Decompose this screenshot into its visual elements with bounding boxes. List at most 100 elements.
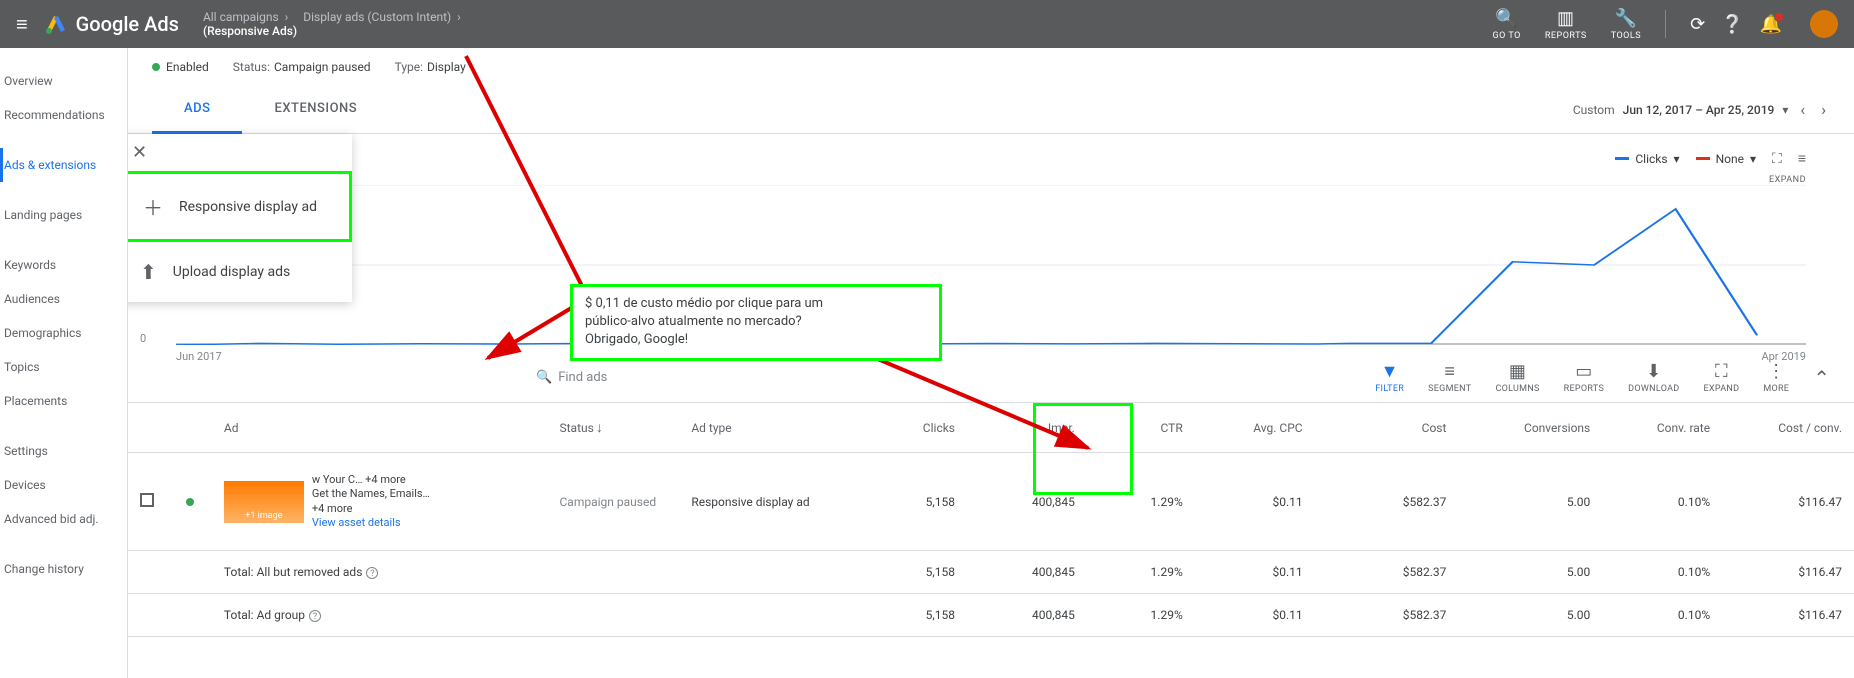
avatar[interactable] — [1810, 10, 1838, 38]
date-next-icon[interactable]: › — [1817, 96, 1830, 123]
sort-down-icon: ↓ — [596, 420, 603, 436]
reports-button[interactable]: ▭REPORTS — [1564, 361, 1604, 394]
status-label: Status: — [233, 60, 270, 74]
sidebar-item-landing-pages[interactable]: Landing pages — [0, 198, 127, 232]
col-ctr[interactable]: CTR — [1087, 403, 1195, 453]
col-ad[interactable]: Ad — [212, 403, 548, 453]
col-cost[interactable]: Cost — [1315, 403, 1459, 453]
sidebar-item-audiences[interactable]: Audiences — [0, 282, 127, 316]
sidebar-item-overview[interactable]: Overview — [0, 64, 127, 98]
table-row[interactable]: +1 image w Your C… +4 more Get the Names… — [128, 453, 1854, 551]
refresh-icon[interactable]: ⟳ — [1690, 14, 1705, 35]
type-label: Type: — [395, 60, 423, 74]
breadcrumb-campaign[interactable]: Display ads (Custom Intent) › — [303, 10, 461, 24]
metric-clicks[interactable]: Clicks▾ — [1615, 152, 1679, 166]
tabs: ADS EXTENSIONS Custom Jun 12, 2017 – Apr… — [128, 86, 1854, 134]
goto-button[interactable]: 🔍GO TO — [1493, 8, 1521, 41]
notifications-icon[interactable]: 🔔 — [1760, 14, 1782, 35]
product-name: Google Ads — [76, 12, 179, 36]
breadcrumb-adgroup[interactable]: (Responsive Ads) — [203, 24, 297, 38]
close-icon[interactable]: ✕ — [128, 134, 352, 171]
top-tools: 🔍GO TO ▥REPORTS 🔧TOOLS ⟳ ❔ 🔔 — [1493, 8, 1838, 41]
daterange[interactable]: Custom Jun 12, 2017 – Apr 25, 2019 ▾ ‹ › — [1573, 96, 1830, 123]
sidebar-item-advanced-bid[interactable]: Advanced bid adj. — [0, 502, 127, 536]
table-header-row: Ad Status↓ Ad type Clicks Impr. CTR Avg.… — [128, 403, 1854, 453]
sidebar-item-devices[interactable]: Devices — [0, 468, 127, 502]
responsive-display-ad-option[interactable]: ＋ Responsive display ad — [128, 171, 352, 242]
sidebar-item-settings[interactable]: Settings — [0, 434, 127, 468]
status-enabled[interactable]: Enabled — [152, 60, 209, 74]
reports-icon: ▥ — [1557, 8, 1575, 29]
upload-icon: ⬆ — [140, 260, 157, 284]
help-icon[interactable]: ❔ — [1721, 14, 1743, 35]
col-impr[interactable]: Impr. — [967, 403, 1087, 453]
row-cost: $582.37 — [1315, 453, 1459, 551]
row-avgcpc: $0.11 — [1195, 453, 1315, 551]
swatch-blue-icon — [1615, 157, 1629, 160]
upload-display-ads-option[interactable]: ⬆ Upload display ads — [128, 242, 352, 302]
col-status[interactable]: Status↓ — [548, 403, 680, 453]
breadcrumb-all-campaigns[interactable]: All campaigns › — [203, 10, 288, 24]
segment-icon: ≡ — [1444, 361, 1455, 382]
row-status: Campaign paused — [548, 453, 680, 551]
row-convrate: 0.10% — [1602, 453, 1722, 551]
metric-none[interactable]: None▾ — [1696, 152, 1756, 166]
row-impr: 400,845 — [967, 453, 1087, 551]
logo[interactable]: Google Ads — [44, 12, 179, 36]
google-ads-icon — [44, 12, 68, 36]
more-button[interactable]: ⋮MORE — [1763, 361, 1789, 394]
filter-button[interactable]: ▼FILTER — [1375, 361, 1404, 394]
table-toolbar: 🔍Find ads ▼FILTER ≡SEGMENT ▦COLUMNS ▭REP… — [128, 353, 1854, 403]
chevron-down-icon: ▾ — [1674, 152, 1680, 166]
expand-icon: ⛶ — [1715, 361, 1728, 382]
row-ctr: 1.29% — [1087, 453, 1195, 551]
table-total-row: Total: Ad group? 5,158 400,845 1.29% $0.… — [128, 594, 1854, 637]
tools-button[interactable]: 🔧TOOLS — [1611, 8, 1641, 41]
col-conversions[interactable]: Conversions — [1458, 403, 1602, 453]
expand-chart-icon[interactable]: ⛶ — [1772, 151, 1782, 167]
tab-ads[interactable]: ADS — [152, 86, 242, 134]
table-total-row: Total: All but removed ads? 5,158 400,84… — [128, 551, 1854, 594]
sidebar-item-demographics[interactable]: Demographics — [0, 316, 127, 350]
sidebar-item-ads-extensions[interactable]: Ads & extensions — [0, 148, 127, 182]
ytick-0: 0 — [140, 332, 146, 345]
ads-table: Ad Status↓ Ad type Clicks Impr. CTR Avg.… — [128, 403, 1854, 637]
more-icon: ⋮ — [1767, 361, 1785, 382]
adjust-chart-icon[interactable]: ≡ — [1798, 150, 1806, 167]
info-icon[interactable]: ? — [309, 610, 321, 622]
info-icon[interactable]: ? — [366, 567, 378, 579]
status-value: Campaign paused — [274, 60, 371, 74]
col-convrate[interactable]: Conv. rate — [1602, 403, 1722, 453]
sidebar-item-keywords[interactable]: Keywords — [0, 248, 127, 282]
sidebar-item-topics[interactable]: Topics — [0, 350, 127, 384]
breadcrumbs: All campaigns › Display ads (Custom Inte… — [203, 10, 1493, 38]
columns-button[interactable]: ▦COLUMNS — [1495, 361, 1539, 394]
menu-icon[interactable]: ≡ — [16, 12, 28, 37]
col-clicks[interactable]: Clicks — [859, 403, 967, 453]
sidebar-item-recommendations[interactable]: Recommendations — [0, 98, 127, 132]
segment-button[interactable]: ≡SEGMENT — [1428, 361, 1471, 394]
chart[interactable]: 3,000 1,500 0 Jun 2017 Apr 2019 — [176, 185, 1806, 345]
row-conversions: 5.00 — [1458, 453, 1602, 551]
sidebar-item-change-history[interactable]: Change history — [0, 552, 127, 586]
tab-extensions[interactable]: EXTENSIONS — [242, 86, 389, 134]
row-checkbox[interactable] — [140, 493, 154, 507]
row-adtype: Responsive display ad — [679, 453, 859, 551]
xtick-end: Apr 2019 — [1761, 350, 1806, 363]
chart-icon: ▭ — [1575, 361, 1592, 382]
collapse-caret-icon[interactable]: ⌃ — [1813, 366, 1830, 390]
col-costconv[interactable]: Cost / conv. — [1722, 403, 1854, 453]
find-ads-search[interactable]: 🔍Find ads — [536, 370, 607, 385]
expand-button[interactable]: ⛶EXPAND — [1703, 361, 1739, 394]
date-prev-icon[interactable]: ‹ — [1796, 96, 1809, 123]
col-adtype[interactable]: Ad type — [679, 403, 859, 453]
download-icon: ⬇ — [1646, 361, 1661, 382]
plus-icon: ＋ — [143, 192, 163, 221]
reports-button[interactable]: ▥REPORTS — [1545, 8, 1587, 41]
download-button[interactable]: ⬇DOWNLOAD — [1628, 361, 1679, 394]
ad-preview[interactable]: +1 image w Your C… +4 more Get the Names… — [224, 473, 536, 530]
filter-icon: ▼ — [1381, 361, 1399, 382]
col-avgcpc[interactable]: Avg. CPC — [1195, 403, 1315, 453]
view-asset-details-link[interactable]: View asset details — [312, 516, 430, 530]
sidebar-item-placements[interactable]: Placements — [0, 384, 127, 418]
